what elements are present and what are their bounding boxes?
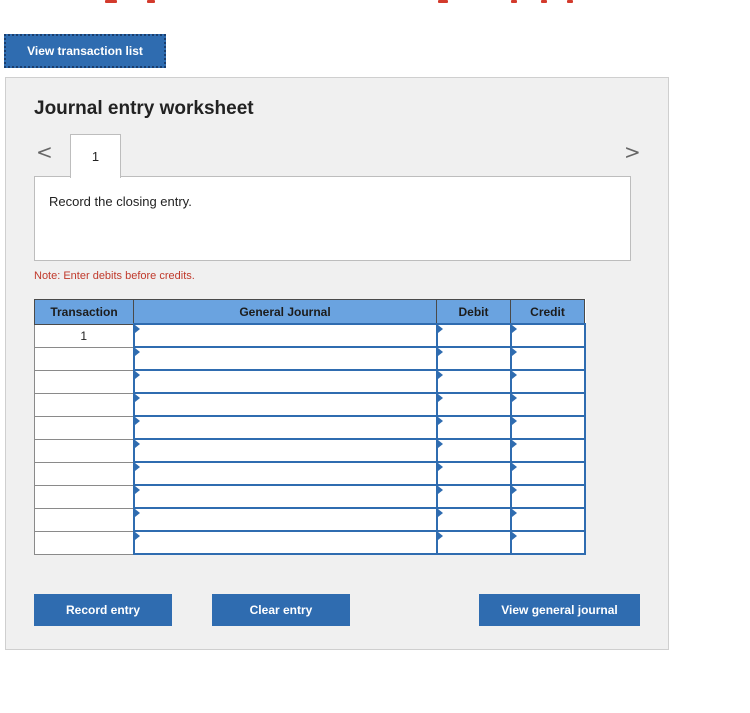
dropdown-indicator-icon bbox=[437, 325, 443, 333]
credit-input[interactable] bbox=[509, 369, 586, 394]
dropdown-indicator-icon bbox=[511, 463, 517, 471]
dropdown-indicator-icon bbox=[134, 394, 140, 402]
transaction-cell bbox=[34, 346, 134, 371]
dropdown-indicator-icon bbox=[511, 348, 517, 356]
dropdown-indicator-icon bbox=[511, 509, 517, 517]
dropdown-indicator-icon bbox=[437, 348, 443, 356]
dropdown-indicator-icon bbox=[134, 417, 140, 425]
transaction-cell bbox=[34, 438, 134, 463]
dropdown-indicator-icon bbox=[437, 532, 443, 540]
dropdown-indicator-icon bbox=[511, 486, 517, 494]
column-header-credit: Credit bbox=[510, 299, 585, 325]
table-row bbox=[34, 438, 586, 463]
instruction-box: Record the closing entry. bbox=[34, 176, 631, 261]
journal-table: Transaction General Journal Debit Credit… bbox=[34, 299, 586, 555]
transaction-cell bbox=[34, 461, 134, 486]
chevron-left-icon[interactable]: < bbox=[36, 140, 53, 164]
credit-input[interactable] bbox=[509, 461, 586, 486]
account-dropdown[interactable] bbox=[132, 346, 438, 371]
credit-input[interactable] bbox=[509, 507, 586, 532]
note-text: Note: Enter debits before credits. bbox=[34, 270, 195, 282]
table-row bbox=[34, 369, 586, 394]
transaction-cell bbox=[34, 369, 134, 394]
dropdown-indicator-icon bbox=[511, 532, 517, 540]
account-dropdown[interactable] bbox=[132, 438, 438, 463]
transaction-cell: 1 bbox=[34, 323, 134, 348]
tab-1[interactable]: 1 bbox=[70, 134, 121, 178]
table-row bbox=[34, 392, 586, 417]
dropdown-indicator-icon bbox=[134, 509, 140, 517]
top-red-underline bbox=[0, 0, 750, 4]
clear-entry-button[interactable]: Clear entry bbox=[212, 594, 350, 626]
worksheet-title: Journal entry worksheet bbox=[34, 98, 254, 119]
table-row bbox=[34, 346, 586, 371]
view-general-journal-button[interactable]: View general journal bbox=[479, 594, 640, 626]
dropdown-indicator-icon bbox=[511, 417, 517, 425]
transaction-cell bbox=[34, 530, 134, 555]
account-dropdown[interactable] bbox=[132, 323, 438, 348]
instruction-text: Record the closing entry. bbox=[49, 194, 192, 209]
chevron-right-icon[interactable]: > bbox=[624, 140, 641, 164]
dropdown-indicator-icon bbox=[511, 325, 517, 333]
debit-input[interactable] bbox=[435, 507, 512, 532]
dropdown-indicator-icon bbox=[437, 394, 443, 402]
table-row bbox=[34, 530, 586, 555]
debit-input[interactable] bbox=[435, 530, 512, 555]
dropdown-indicator-icon bbox=[437, 509, 443, 517]
dropdown-indicator-icon bbox=[134, 532, 140, 540]
dropdown-indicator-icon bbox=[134, 325, 140, 333]
column-header-transaction: Transaction bbox=[34, 299, 134, 325]
table-row: 1 bbox=[34, 323, 586, 348]
debit-input[interactable] bbox=[435, 438, 512, 463]
table-row bbox=[34, 461, 586, 486]
column-header-general-journal: General Journal bbox=[133, 299, 437, 325]
credit-input[interactable] bbox=[509, 438, 586, 463]
credit-input[interactable] bbox=[509, 484, 586, 509]
credit-input[interactable] bbox=[509, 346, 586, 371]
table-header-row: Transaction General Journal Debit Credit bbox=[34, 299, 585, 325]
table-row bbox=[34, 484, 586, 509]
account-dropdown[interactable] bbox=[132, 507, 438, 532]
dropdown-indicator-icon bbox=[511, 440, 517, 448]
transaction-cell bbox=[34, 415, 134, 440]
account-dropdown[interactable] bbox=[132, 392, 438, 417]
transaction-cell bbox=[34, 392, 134, 417]
record-entry-button[interactable]: Record entry bbox=[34, 594, 172, 626]
debit-input[interactable] bbox=[435, 323, 512, 348]
credit-input[interactable] bbox=[509, 392, 586, 417]
debit-input[interactable] bbox=[435, 369, 512, 394]
account-dropdown[interactable] bbox=[132, 484, 438, 509]
dropdown-indicator-icon bbox=[134, 486, 140, 494]
account-dropdown[interactable] bbox=[132, 415, 438, 440]
journal-entry-worksheet-panel: Journal entry worksheet < 1 > Record the… bbox=[5, 77, 669, 650]
dropdown-indicator-icon bbox=[511, 371, 517, 379]
debit-input[interactable] bbox=[435, 461, 512, 486]
dropdown-indicator-icon bbox=[511, 394, 517, 402]
view-transaction-list-button[interactable]: View transaction list bbox=[4, 34, 166, 68]
table-row bbox=[34, 507, 586, 532]
dropdown-indicator-icon bbox=[437, 440, 443, 448]
account-dropdown[interactable] bbox=[132, 530, 438, 555]
column-header-debit: Debit bbox=[436, 299, 511, 325]
debit-input[interactable] bbox=[435, 484, 512, 509]
debit-input[interactable] bbox=[435, 415, 512, 440]
dropdown-indicator-icon bbox=[134, 348, 140, 356]
transaction-cell bbox=[34, 507, 134, 532]
dropdown-indicator-icon bbox=[134, 463, 140, 471]
dropdown-indicator-icon bbox=[437, 463, 443, 471]
debit-input[interactable] bbox=[435, 346, 512, 371]
credit-input[interactable] bbox=[509, 415, 586, 440]
dropdown-indicator-icon bbox=[437, 371, 443, 379]
credit-input[interactable] bbox=[509, 323, 586, 348]
account-dropdown[interactable] bbox=[132, 369, 438, 394]
dropdown-indicator-icon bbox=[134, 371, 140, 379]
dropdown-indicator-icon bbox=[437, 417, 443, 425]
table-row bbox=[34, 415, 586, 440]
credit-input[interactable] bbox=[509, 530, 586, 555]
dropdown-indicator-icon bbox=[134, 440, 140, 448]
dropdown-indicator-icon bbox=[437, 486, 443, 494]
debit-input[interactable] bbox=[435, 392, 512, 417]
transaction-cell bbox=[34, 484, 134, 509]
account-dropdown[interactable] bbox=[132, 461, 438, 486]
